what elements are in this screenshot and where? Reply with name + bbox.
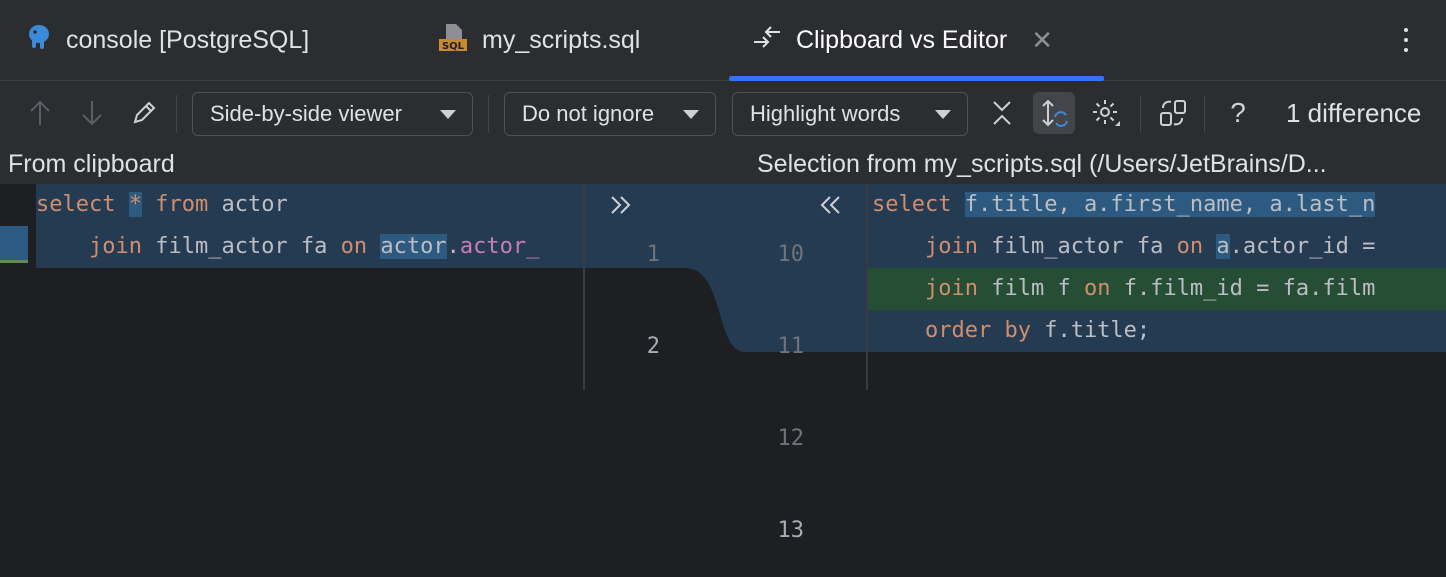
swap-sides-icon[interactable] [1155,95,1191,131]
help-icon[interactable]: ? [1220,95,1256,131]
keyword: join [924,276,978,301]
left-pane-title: From clipboard [8,150,175,178]
previous-difference-icon[interactable] [22,95,58,131]
toolbar-divider [488,95,489,133]
changed-token: f.title, a.first_name, a.last_n [964,192,1376,217]
tab-label: my_scripts.sql [482,25,641,54]
code-line-11: join film_actor fa on a.actor_id = [872,226,1375,268]
code-line-13: order by f.title; [872,310,1150,352]
apply-left-icon[interactable] [818,194,842,221]
keyword: from [155,192,209,217]
viewer-mode-value: Side-by-side viewer [210,101,402,126]
tab-label: console [PostgreSQL] [66,25,310,54]
code-line-10: select f.title, a.first_name, a.last_n [872,184,1376,226]
toolbar-divider [1140,95,1141,133]
keyword: select [872,192,952,217]
line-number: 12 [777,426,805,451]
keyword: on [1083,276,1111,301]
code-line-1: select * from actor [36,184,288,226]
highlight-mode-dropdown[interactable]: Highlight words [732,92,968,136]
identifier: f.film_id = fa.film [1123,276,1376,301]
ignore-value: Do not ignore [522,101,655,126]
keyword: select [36,192,116,217]
highlight-value: Highlight words [750,101,901,126]
left-line-numbers: 1 2 [620,184,660,393]
postgresql-elephant-icon [26,23,52,58]
code-line-2: join film_actor fa on actor.actor_ [36,226,539,268]
sql-file-icon: SQL [438,22,468,59]
toolbar-divider [1204,95,1205,133]
left-editor[interactable]: select * from actor join film_actor fa o… [0,184,583,390]
next-difference-icon[interactable] [74,95,110,131]
identifier: film f [991,276,1071,301]
close-tab-icon[interactable]: ✕ [1031,25,1053,56]
keyword: * [128,192,142,217]
keyword: join [88,234,142,259]
changed-token: actor [380,234,447,259]
settings-gear-icon[interactable] [1088,95,1124,131]
pane-titles: From clipboard Selection from my_scripts… [0,148,1446,184]
right-editor[interactable]: select f.title, a.first_name, a.last_n j… [868,184,1446,390]
viewer-mode-dropdown[interactable]: Side-by-side viewer [192,92,473,136]
sync-scroll-icon[interactable] [1033,92,1075,134]
keyword: join [924,234,978,259]
right-line-numbers: 10 11 12 13 [760,184,805,577]
tab-console-postgresql[interactable]: console [PostgreSQL] [26,0,309,80]
line-number: 2 [646,334,660,359]
identifier: film_actor fa [155,234,328,259]
identifier: film_actor fa [991,234,1164,259]
punctuation: . [446,234,460,259]
line-number: 13 [777,518,805,543]
code-line-12: join film f on f.film_id = fa.film [872,268,1375,310]
changed-token: a [1216,234,1230,259]
identifier: actor [221,192,288,217]
tab-label: Clipboard vs Editor [796,25,1008,54]
tab-clipboard-vs-editor[interactable]: Clipboard vs Editor ✕ [752,0,1053,80]
chevron-down-icon [935,109,951,119]
difference-count: 1 difference [1286,98,1422,128]
chevron-down-icon [440,109,456,119]
chevron-down-icon [683,109,699,119]
keyword: order by [924,318,1031,343]
identifier: f.title [1044,318,1137,343]
tab-my-scripts-sql[interactable]: SQL my_scripts.sql [438,0,640,80]
identifier: .actor_id = [1229,234,1376,259]
collapse-unchanged-icon[interactable] [984,95,1020,131]
edit-pencil-icon[interactable] [126,95,162,131]
right-pane-title: Selection from my_scripts.sql (/Users/Je… [757,150,1327,178]
editor-tab-bar: console [PostgreSQL] SQL my_scripts.sql … [0,0,1446,81]
line-number: 1 [646,242,660,267]
keyword: on [1176,234,1204,259]
line-number: 11 [777,334,805,359]
line-number: 10 [777,242,805,267]
toolbar-divider [176,95,177,133]
svg-text:SQL: SQL [442,41,465,52]
ignore-whitespace-dropdown[interactable]: Do not ignore [504,92,716,136]
changed-token: * [128,192,142,217]
column-identifier: actor_ [459,234,540,259]
keyword: on [340,234,368,259]
diff-toolbar: Side-by-side viewer Do not ignore Highli… [0,81,1446,148]
more-options-icon[interactable] [1396,24,1416,56]
punctuation: ; [1136,318,1151,343]
compare-arrows-icon [752,22,782,59]
